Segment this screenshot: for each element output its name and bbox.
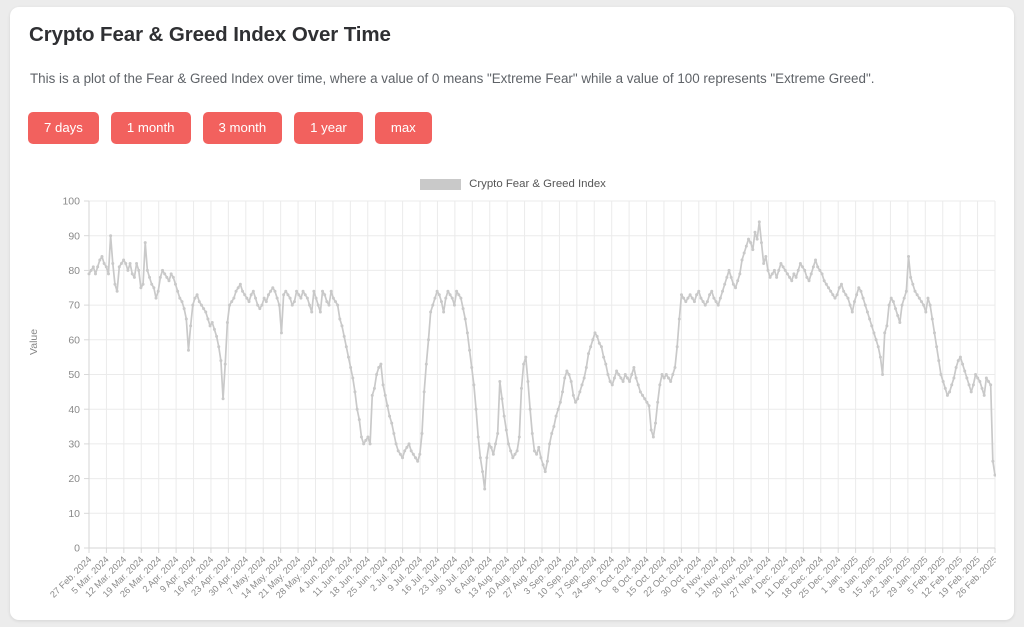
chart-container: Crypto Fear & Greed Index Value 0 10 20 30 4…: [28, 173, 996, 613]
svg-text:10: 10: [68, 508, 80, 520]
svg-text:70: 70: [68, 300, 80, 312]
svg-text:30: 30: [68, 439, 80, 451]
svg-text:100: 100: [62, 196, 80, 208]
page-title: Crypto Fear & Greed Index Over Time: [29, 23, 391, 46]
svg-text:50: 50: [68, 369, 80, 381]
range-1-year[interactable]: 1 year: [294, 112, 363, 144]
svg-text:20: 20: [68, 473, 80, 485]
svg-text:60: 60: [68, 334, 80, 346]
svg-text:40: 40: [68, 404, 80, 416]
range-button-group: 7 days 1 month 3 month 1 year max: [28, 112, 432, 144]
range-3-month[interactable]: 3 month: [202, 112, 283, 144]
range-1-month[interactable]: 1 month: [110, 112, 191, 144]
chart-card: Crypto Fear & Greed Index Over Time This…: [10, 7, 1014, 620]
svg-text:80: 80: [68, 265, 80, 277]
range-max[interactable]: max: [374, 112, 432, 144]
range-7-days[interactable]: 7 days: [28, 112, 99, 144]
svg-text:0: 0: [74, 543, 80, 555]
line-chart-plot: 010203040506070809010027 Feb. 20245 Mar.…: [48, 196, 996, 600]
svg-text:90: 90: [68, 230, 80, 242]
page-description: This is a plot of the Fear & Greed Index…: [30, 71, 875, 86]
app-root: Crypto Fear & Greed Index Over Time This…: [0, 0, 1024, 627]
